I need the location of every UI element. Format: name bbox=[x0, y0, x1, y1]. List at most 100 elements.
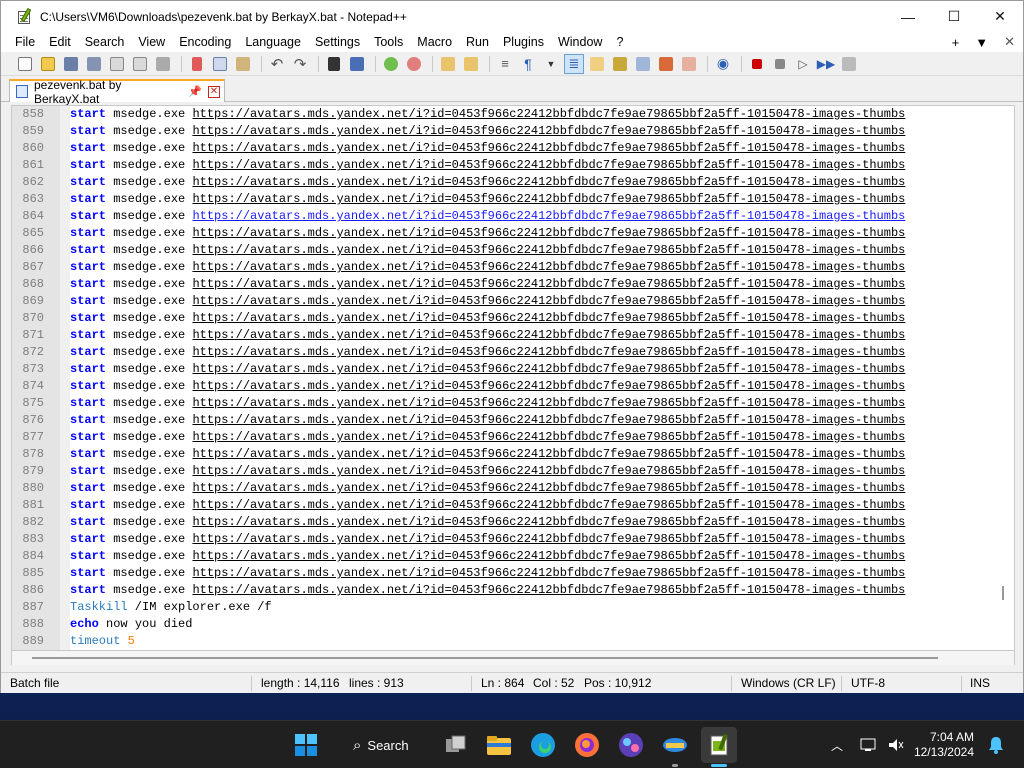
minimize-button[interactable]: — bbox=[885, 1, 931, 32]
pin-icon[interactable]: 📌 bbox=[188, 85, 202, 98]
code-line[interactable]: 864 start msedge.exe https://avatars.mds.… bbox=[12, 208, 1014, 225]
code-line[interactable]: 859 start msedge.exe https://avatars.mds.… bbox=[12, 123, 1014, 140]
url-link[interactable]: https://avatars.mds.yandex.net/i?id=0453… bbox=[192, 515, 905, 529]
play-macro-icon[interactable]: ▷ bbox=[793, 54, 813, 74]
code-line[interactable]: 862 start msedge.exe https://avatars.mds.… bbox=[12, 174, 1014, 191]
function-list-icon[interactable] bbox=[656, 54, 676, 74]
url-link[interactable]: https://avatars.mds.yandex.net/i?id=0453… bbox=[192, 549, 905, 563]
menu-macro[interactable]: Macro bbox=[410, 32, 459, 52]
close-document-button[interactable]: ✕ bbox=[1004, 34, 1015, 50]
url-link[interactable]: https://avatars.mds.yandex.net/i?id=0453… bbox=[192, 498, 905, 512]
game-app-icon[interactable] bbox=[613, 727, 649, 763]
status-insert-mode[interactable]: INS bbox=[970, 673, 990, 694]
url-link[interactable]: https://avatars.mds.yandex.net/i?id=0453… bbox=[192, 107, 905, 121]
code-line[interactable]: 882 start msedge.exe https://avatars.mds.… bbox=[12, 514, 1014, 531]
code-line[interactable]: 865 start msedge.exe https://avatars.mds.… bbox=[12, 225, 1014, 242]
code-line[interactable]: 870 start msedge.exe https://avatars.mds.… bbox=[12, 310, 1014, 327]
url-link[interactable]: https://avatars.mds.yandex.net/i?id=0453… bbox=[192, 481, 905, 495]
url-link[interactable]: https://avatars.mds.yandex.net/i?id=0453… bbox=[192, 124, 905, 138]
taskbar-clock[interactable]: 7:04 AM 12/13/2024 bbox=[912, 730, 974, 760]
edge-browser-icon[interactable] bbox=[525, 727, 561, 763]
code-line[interactable]: 872 start msedge.exe https://avatars.mds.… bbox=[12, 344, 1014, 361]
task-view-icon[interactable] bbox=[438, 727, 474, 763]
url-link[interactable]: https://avatars.mds.yandex.net/i?id=0453… bbox=[192, 158, 905, 172]
menu-edit[interactable]: Edit bbox=[42, 32, 78, 52]
menu-file[interactable]: File bbox=[8, 32, 42, 52]
code-line[interactable]: 877 start msedge.exe https://avatars.mds.… bbox=[12, 429, 1014, 446]
code-line[interactable]: 881 start msedge.exe https://avatars.mds.… bbox=[12, 497, 1014, 514]
menu-tools[interactable]: Tools bbox=[367, 32, 410, 52]
menu-language[interactable]: Language bbox=[238, 32, 308, 52]
code-line[interactable]: 876 start msedge.exe https://avatars.mds.… bbox=[12, 412, 1014, 429]
url-link[interactable]: https://avatars.mds.yandex.net/i?id=0453… bbox=[192, 277, 905, 291]
word-wrap-icon[interactable]: ≡ bbox=[495, 54, 515, 74]
notification-bell-icon[interactable] bbox=[983, 727, 1009, 763]
new-tab-button[interactable]: + bbox=[952, 35, 960, 50]
url-link[interactable]: https://avatars.mds.yandex.net/i?id=0453… bbox=[192, 447, 905, 461]
copy-icon[interactable] bbox=[210, 54, 230, 74]
print-icon[interactable] bbox=[153, 54, 173, 74]
url-link[interactable]: https://avatars.mds.yandex.net/i?id=0453… bbox=[192, 328, 905, 342]
open-file-icon[interactable] bbox=[38, 54, 58, 74]
url-link[interactable]: https://avatars.mds.yandex.net/i?id=0453… bbox=[192, 345, 905, 359]
sync-vertical-icon[interactable] bbox=[438, 54, 458, 74]
code-line[interactable]: 880 start msedge.exe https://avatars.mds.… bbox=[12, 480, 1014, 497]
menu-encoding[interactable]: Encoding bbox=[172, 32, 238, 52]
show-all-chars-icon[interactable]: ¶ bbox=[518, 54, 538, 74]
save-macro-icon[interactable] bbox=[839, 54, 859, 74]
url-link[interactable]: https://avatars.mds.yandex.net/i?id=0453… bbox=[192, 362, 905, 376]
code-line[interactable]: 869 start msedge.exe https://avatars.mds.… bbox=[12, 293, 1014, 310]
url-link[interactable]: https://avatars.mds.yandex.net/i?id=0453… bbox=[192, 396, 905, 410]
code-line[interactable]: 871 start msedge.exe https://avatars.mds.… bbox=[12, 327, 1014, 344]
code-line[interactable]: 884 start msedge.exe https://avatars.mds.… bbox=[12, 548, 1014, 565]
code-line[interactable]: 886 start msedge.exe https://avatars.mds.… bbox=[12, 582, 1014, 599]
undo-icon[interactable]: ↶ bbox=[267, 54, 287, 74]
redo-icon[interactable]: ↷ bbox=[290, 54, 310, 74]
code-line[interactable]: 888 echo now you died bbox=[12, 616, 1014, 633]
record-macro-icon[interactable] bbox=[747, 54, 767, 74]
url-link[interactable]: https://avatars.mds.yandex.net/i?id=0453… bbox=[192, 209, 905, 223]
find-icon[interactable] bbox=[324, 54, 344, 74]
status-eol[interactable]: Windows (CR LF) bbox=[741, 673, 836, 694]
close-all-icon[interactable] bbox=[130, 54, 150, 74]
code-line[interactable]: 867 start msedge.exe https://avatars.mds.… bbox=[12, 259, 1014, 276]
url-link[interactable]: https://avatars.mds.yandex.net/i?id=0453… bbox=[192, 566, 905, 580]
menu-help[interactable]: ? bbox=[609, 32, 630, 52]
code-line[interactable]: 887 Taskkill /IM explorer.exe /f bbox=[12, 599, 1014, 616]
url-link[interactable]: https://avatars.mds.yandex.net/i?id=0453… bbox=[192, 260, 905, 274]
code-line[interactable]: 866 start msedge.exe https://avatars.mds.… bbox=[12, 242, 1014, 259]
tab-list-dropdown-button[interactable]: ▼ bbox=[975, 35, 988, 50]
taskbar-search-button[interactable]: ⌕ Search bbox=[341, 729, 425, 761]
sync-horizontal-icon[interactable] bbox=[461, 54, 481, 74]
indent-guide-icon[interactable]: ≣ bbox=[564, 53, 584, 74]
url-link[interactable]: https://avatars.mds.yandex.net/i?id=0453… bbox=[192, 413, 905, 427]
new-file-icon[interactable] bbox=[15, 54, 35, 74]
cut-icon[interactable] bbox=[187, 54, 207, 74]
tab-close-icon[interactable]: ✕ bbox=[208, 85, 220, 98]
zoom-out-icon[interactable] bbox=[404, 54, 424, 74]
volume-muted-icon[interactable] bbox=[884, 727, 908, 763]
code-line[interactable]: 875 start msedge.exe https://avatars.mds.… bbox=[12, 395, 1014, 412]
doc-list-icon[interactable] bbox=[633, 54, 653, 74]
code-line[interactable]: 883 start msedge.exe https://avatars.mds.… bbox=[12, 531, 1014, 548]
url-link[interactable]: https://avatars.mds.yandex.net/i?id=0453… bbox=[192, 583, 905, 597]
save-all-icon[interactable] bbox=[84, 54, 104, 74]
run-macro-multiple-icon[interactable]: ▶▶ bbox=[816, 54, 836, 74]
menu-view[interactable]: View bbox=[131, 32, 172, 52]
indent-guide-dropdown-icon[interactable]: ▼ bbox=[541, 54, 561, 74]
code-line[interactable]: 878 start msedge.exe https://avatars.mds.… bbox=[12, 446, 1014, 463]
code-line[interactable]: 889 timeout 5 bbox=[12, 633, 1014, 650]
file-explorer-icon[interactable] bbox=[481, 727, 517, 763]
stop-macro-icon[interactable] bbox=[770, 54, 790, 74]
url-link[interactable]: https://avatars.mds.yandex.net/i?id=0453… bbox=[192, 464, 905, 478]
menu-plugins[interactable]: Plugins bbox=[496, 32, 551, 52]
code-line[interactable]: 879 start msedge.exe https://avatars.mds.… bbox=[12, 463, 1014, 480]
close-file-icon[interactable] bbox=[107, 54, 127, 74]
url-link[interactable]: https://avatars.mds.yandex.net/i?id=0453… bbox=[192, 141, 905, 155]
save-icon[interactable] bbox=[61, 54, 81, 74]
maximize-button[interactable]: ☐ bbox=[931, 1, 977, 32]
url-link[interactable]: https://avatars.mds.yandex.net/i?id=0453… bbox=[192, 192, 905, 206]
zoom-in-icon[interactable] bbox=[381, 54, 401, 74]
code-line[interactable]: 868 start msedge.exe https://avatars.mds.… bbox=[12, 276, 1014, 293]
url-link[interactable]: https://avatars.mds.yandex.net/i?id=0453… bbox=[192, 175, 905, 189]
